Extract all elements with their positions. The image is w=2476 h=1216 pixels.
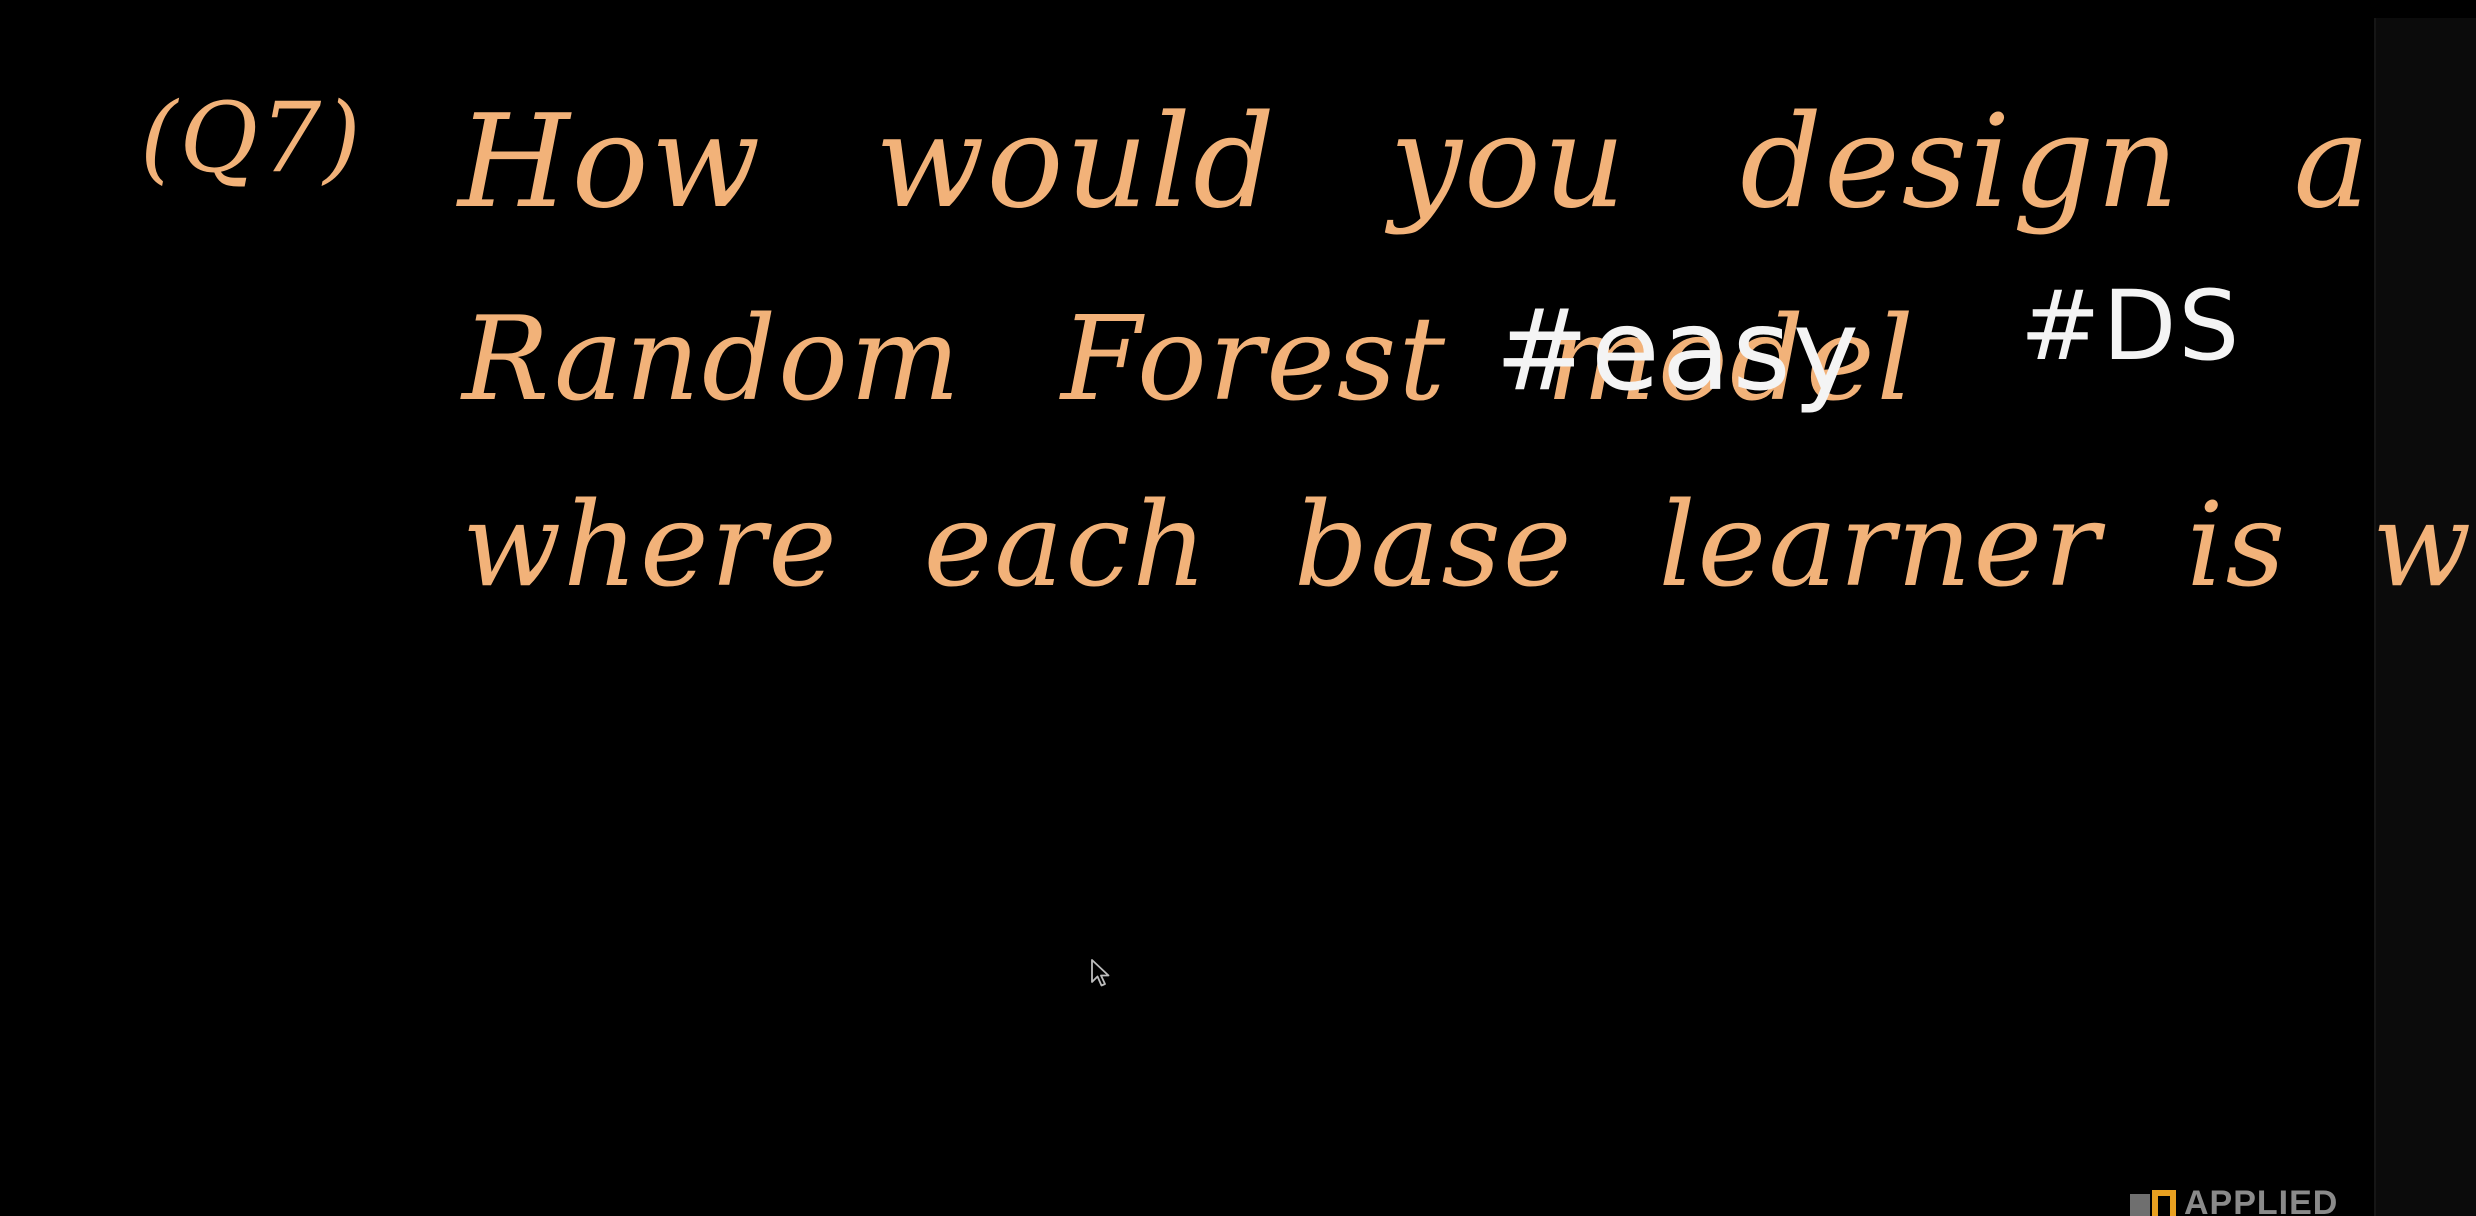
question-line-1: How would you design a weighted (458, 88, 2476, 237)
whiteboard-canvas: (Q7) How would you design a weighted Ran… (0, 0, 2476, 1216)
applied-logo-icon (2130, 1190, 2176, 1216)
tag-ds: #DS (2020, 270, 2242, 382)
tag-easy: #easy (1495, 286, 1862, 416)
mouse-pointer-icon (1091, 959, 1110, 987)
question-label: (Q7) (140, 82, 363, 194)
applied-watermark: APPLIED (2130, 1186, 2338, 1216)
watermark-text: APPLIED (2184, 1184, 2339, 1216)
question-line-3: where each base learner is weighted. (462, 478, 2476, 613)
